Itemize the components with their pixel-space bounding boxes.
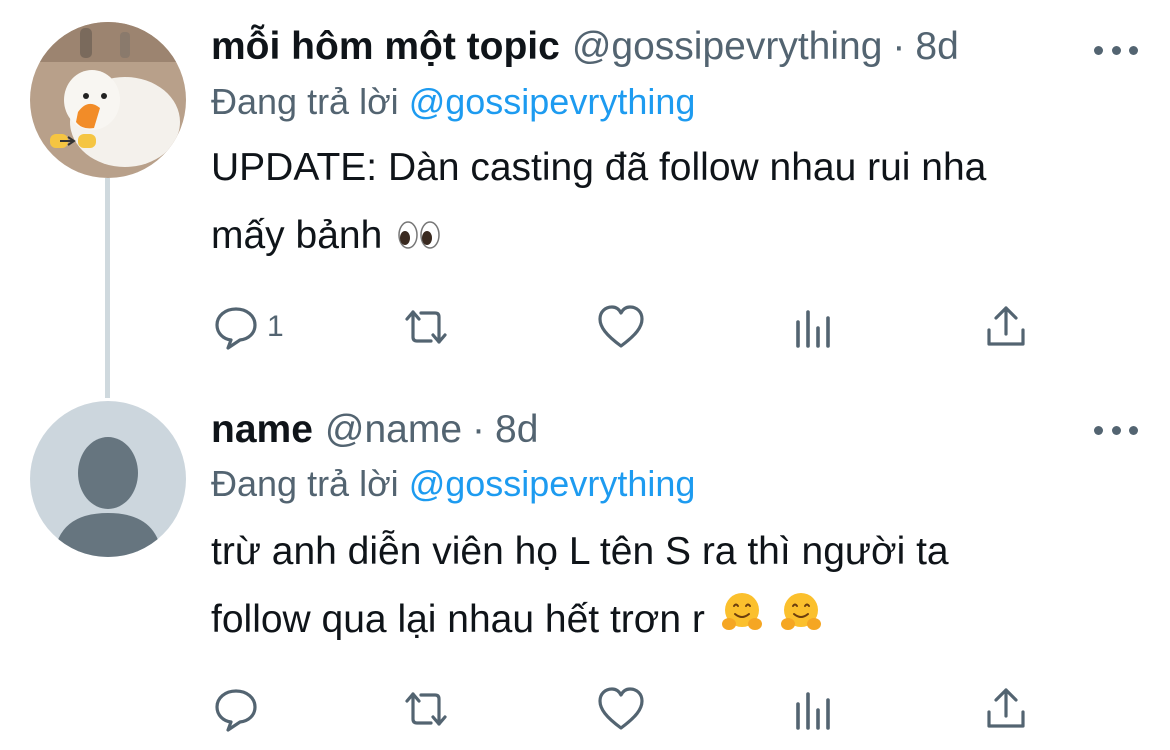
retweet-icon	[405, 692, 447, 726]
eyes-emoji-icon	[397, 204, 441, 272]
retweet-button[interactable]	[401, 684, 451, 734]
retweet-icon	[405, 310, 447, 344]
tweet-header: name @name · 8d	[211, 407, 1130, 453]
share-button[interactable]	[981, 684, 1031, 734]
tweet-text: UPDATE: Dàn casting đã follow nhau rui n…	[211, 134, 1110, 272]
mention-link[interactable]: @gossipevrything	[409, 463, 696, 504]
timestamp[interactable]: 8d	[915, 24, 958, 70]
reply-count: 1	[267, 310, 284, 343]
hugging-face-emoji-icon	[720, 588, 764, 656]
more-dots-icon[interactable]	[1094, 420, 1138, 440]
tweet-item[interactable]: name @name · 8d Đang trả lời @gossipevry…	[0, 390, 1170, 750]
user-handle[interactable]: @name	[325, 407, 462, 453]
analytics-bars-icon	[796, 310, 830, 348]
default-avatar-icon	[30, 401, 186, 557]
share-upload-icon	[987, 688, 1025, 728]
tweet-item[interactable]: mỗi hôm một topic @gossipevrything · 8d …	[0, 0, 1170, 390]
display-name[interactable]: mỗi hôm một topic	[211, 24, 560, 70]
tweet-text: trừ anh diễn viên họ L tên S ra thì ngườ…	[211, 518, 1110, 656]
comment-bubble-icon	[215, 307, 257, 350]
heart-icon	[598, 305, 644, 348]
share-upload-icon	[987, 306, 1025, 346]
replying-prefix: Đang trả lời	[211, 463, 399, 504]
avatar-duck[interactable]	[30, 22, 186, 178]
retweet-button[interactable]	[401, 302, 451, 352]
heart-icon	[598, 687, 644, 730]
replying-prefix: Đang trả lời	[211, 81, 399, 122]
tweet-actions	[211, 684, 1031, 734]
analytics-bars-icon	[796, 692, 830, 730]
like-button[interactable]	[596, 302, 646, 352]
tweet-text-line: UPDATE: Dàn casting đã follow nhau rui n…	[211, 146, 987, 189]
duck-avatar-image	[30, 22, 186, 178]
hugging-face-emoji-icon	[779, 588, 823, 656]
replying-to: Đang trả lời @gossipevrything	[211, 80, 695, 124]
more-dots-icon[interactable]	[1094, 40, 1138, 60]
reply-button[interactable]: 1	[211, 302, 284, 352]
replying-to: Đang trả lời @gossipevrything	[211, 462, 695, 506]
comment-bubble-icon	[215, 689, 257, 732]
tweet-header: mỗi hôm một topic @gossipevrything · 8d	[211, 24, 1130, 70]
display-name[interactable]: name	[211, 407, 313, 453]
like-button[interactable]	[596, 684, 646, 734]
separator-dot: ·	[472, 408, 486, 451]
views-button[interactable]	[788, 684, 838, 734]
tweet-actions: 1	[211, 302, 1031, 352]
reply-button[interactable]	[211, 684, 267, 734]
tweet-text-line: follow qua lại nhau hết trơn r	[211, 598, 705, 641]
avatar-default[interactable]	[30, 401, 186, 557]
user-handle[interactable]: @gossipevrything	[572, 24, 883, 70]
timestamp[interactable]: 8d	[495, 407, 538, 453]
separator-dot: ·	[892, 25, 906, 68]
tweet-text-line: trừ anh diễn viên họ L tên S ra thì ngườ…	[211, 530, 949, 573]
share-button[interactable]	[981, 302, 1031, 352]
tweet-text-line: mấy bảnh	[211, 214, 383, 257]
mention-link[interactable]: @gossipevrything	[409, 81, 696, 122]
views-button[interactable]	[788, 302, 838, 352]
